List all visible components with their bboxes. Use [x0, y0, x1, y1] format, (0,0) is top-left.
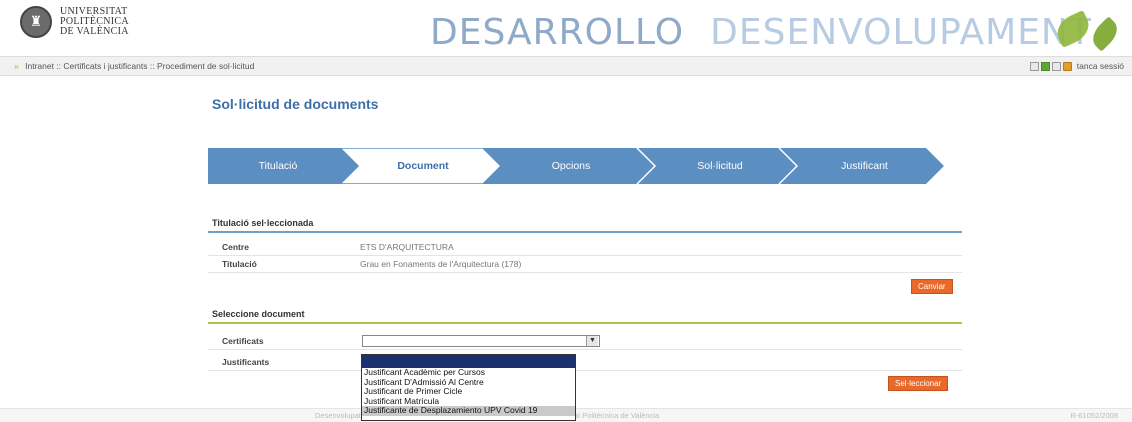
justificants-dropdown-list[interactable]: Justificant Acadèmic per Cursos Justific…	[361, 354, 576, 421]
info-row-titulacio: Titulació Grau en Fonaments de l'Arquite…	[208, 257, 962, 273]
wizard-steps: Titulació Document Opcions Sol·licitud J…	[208, 148, 944, 184]
university-seal-icon: ♜	[20, 6, 52, 38]
site-header: ♜ UNIVERSITAT POLITÈCNICA DE VALÈNCIA DE…	[0, 0, 1132, 56]
logo-text: UNIVERSITAT POLITÈCNICA DE VALÈNCIA	[60, 7, 129, 37]
select-button[interactable]: Sel·leccionar	[888, 376, 949, 391]
upv-logo[interactable]: ♜ UNIVERSITAT POLITÈCNICA DE VALÈNCIA	[20, 6, 129, 38]
breadcrumb-arrow-icon: »	[14, 61, 19, 71]
info-row-centre: Centre ETS D'ARQUITECTURA	[208, 240, 962, 256]
breadcrumb-item-intranet[interactable]: Intranet	[25, 61, 54, 71]
selected-degree-heading: Titulació sel·leccionada	[212, 218, 314, 228]
certificats-select[interactable]: ▼	[362, 335, 600, 347]
change-button[interactable]: Canviar	[911, 279, 953, 294]
section-divider	[208, 322, 962, 324]
centre-label: Centre	[222, 242, 249, 252]
titulacio-label: Titulació	[222, 259, 257, 269]
language-icon[interactable]	[1040, 61, 1050, 71]
step-justificant: Justificant	[841, 160, 888, 172]
certificats-label: Certificats	[222, 336, 264, 346]
print-icon[interactable]	[1051, 61, 1061, 71]
step-titulacio[interactable]: Titulació	[208, 148, 348, 184]
select-document-heading: Seleccione document	[212, 309, 305, 319]
logout-link[interactable]: tanca sessió	[1077, 57, 1124, 75]
form-row-justificants: Justificants	[208, 355, 962, 371]
breadcrumb-separator: ::	[149, 61, 155, 71]
footer-code: R-61052/2008	[1070, 411, 1118, 420]
justificants-label: Justificants	[222, 357, 270, 367]
titulacio-value: Grau en Fonaments de l'Arquitectura (178…	[360, 259, 522, 269]
step-opcions: Opcions	[551, 160, 591, 172]
accessibility-icon[interactable]	[1029, 61, 1039, 71]
page-title: Sol·licitud de documents	[212, 96, 379, 112]
dropdown-option[interactable]: Justificante de Desplazamiento UPV Covid…	[362, 405, 575, 416]
breadcrumb-separator: ::	[56, 61, 62, 71]
logo-line-3: DE VALÈNCIA	[60, 26, 129, 37]
leaf-decoration-icon	[1087, 16, 1123, 52]
banner-right-text: DESENVOLUPAMENT	[710, 12, 1092, 53]
breadcrumb: » Intranet :: Certificats i justificants…	[0, 56, 1132, 76]
centre-value: ETS D'ARQUITECTURA	[360, 242, 454, 252]
chevron-down-icon[interactable]: ▼	[586, 336, 598, 346]
step-sollicitud: Sol·licitud	[697, 160, 743, 172]
banner-left-text: DESARROLLO	[430, 12, 685, 53]
environment-banner: DESARROLLO DESENVOLUPAMENT	[430, 12, 1092, 53]
section-divider	[208, 231, 962, 233]
header-tools: tanca sessió	[1029, 57, 1124, 75]
breadcrumb-item-current: Procediment de sol·licitud	[157, 61, 255, 71]
step-document: Document	[397, 160, 449, 172]
breadcrumb-item-certificats[interactable]: Certificats i justificants	[63, 61, 147, 71]
lock-icon	[1062, 61, 1072, 71]
